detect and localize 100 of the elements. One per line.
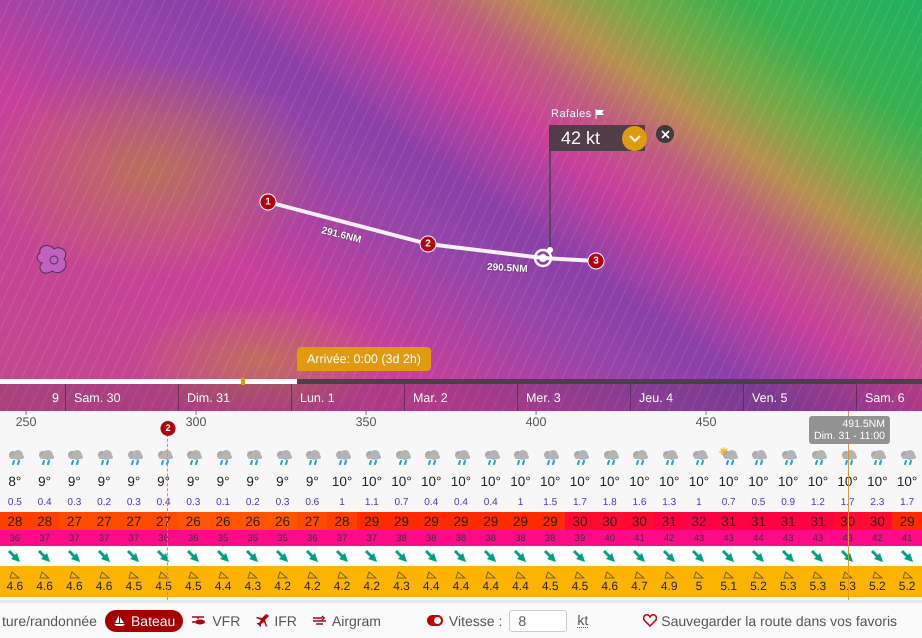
wave-height-cell: 4.9: [660, 578, 678, 592]
mode-tab[interactable]: IFR: [248, 610, 305, 632]
temperature-cell: 10°: [510, 474, 531, 488]
wind-arrow-icon: [68, 550, 81, 562]
speed-input[interactable]: 8: [509, 610, 568, 632]
temperature-cell: 10°: [896, 474, 918, 488]
temperature-cell: 10°: [658, 474, 680, 488]
wind-speed-cell: 27: [59, 512, 90, 530]
gust-cell: 35: [277, 532, 288, 544]
distance-tick: 450: [696, 411, 716, 429]
mode-tab[interactable]: Bateau: [104, 610, 184, 632]
gust-cell: 43: [694, 532, 704, 544]
gust-cell: 37: [336, 532, 348, 544]
gust-cell: 43: [812, 532, 824, 544]
wind-speed-cell: 32: [684, 512, 714, 530]
waypoint-marker[interactable]: 2: [160, 421, 176, 436]
wave-height-cell: 4.2: [274, 578, 291, 592]
gust-cell: 37: [39, 532, 50, 544]
weather-map[interactable]: 291.6NM 290.5NM 1 2 3 Rafales 42 kt Arrivée: 0:00 (3d 2h) 9 Sam. 30 Dim. 31 Lun. 1 Mar. 2 Mer. 3 Jeu. 4 Ven. 5 Sam. 6: [0, 0, 922, 411]
wind-arrow-icon: [365, 550, 378, 562]
rain-cell: 0.9: [781, 496, 796, 508]
gust-cell: 42: [872, 532, 883, 544]
wave-direction-icon: [634, 570, 645, 578]
gust-cell: 38: [485, 532, 496, 544]
rain-cell: 0.3: [186, 496, 200, 508]
dropdown-button[interactable]: [622, 126, 647, 151]
wind-arrow-icon: [752, 550, 765, 562]
wind-speed-cell: 30: [624, 512, 654, 530]
wave-direction-icon: [366, 570, 378, 578]
chevron-down-icon: [628, 134, 640, 142]
wave-height-cell: 4.7: [631, 578, 648, 592]
mode-tab[interactable]: Airgram: [304, 610, 389, 632]
helicopter-icon: [191, 616, 208, 626]
wind-speed-cell: 31: [803, 512, 833, 530]
temperature-cell: 10°: [688, 474, 710, 488]
mode-tab[interactable]: VFR: [183, 610, 248, 632]
gust-cell: 38: [515, 532, 526, 544]
cursor-distance: 491.5NM: [841, 418, 886, 430]
wind-arrow-icon: [782, 550, 795, 562]
wind-speed-cell: 26: [238, 512, 268, 530]
wind-speed-cell: 27: [89, 512, 119, 530]
mode-tab[interactable]: ture/randonnée: [0, 610, 105, 632]
temperature-cell: 10°: [540, 474, 560, 488]
wind-speed-cell: 28: [327, 512, 357, 530]
wave-direction-icon: [277, 570, 288, 578]
speed-toggle[interactable]: [426, 615, 443, 626]
wind-arrow-icon: [186, 550, 200, 562]
wind-speed-cell: 27: [297, 512, 328, 530]
timeline-track[interactable]: [0, 379, 922, 384]
temperature-cell: 10°: [391, 474, 412, 488]
flag-icon: [594, 109, 605, 119]
rain-cell: 0.7: [394, 496, 408, 508]
wind-arrow-icon: [900, 550, 914, 562]
wind-arrow-icon: [246, 550, 260, 562]
gust-cell: 38: [426, 532, 437, 544]
rain-cell: 0.7: [722, 496, 736, 508]
wind-speed-cell: 29: [386, 512, 416, 530]
distance-tick: 350: [356, 411, 376, 429]
gust-label: Rafales: [551, 108, 592, 120]
gust-cell: 36: [10, 532, 20, 544]
gust-cell: 35: [218, 532, 228, 544]
rain-cell: 0.3: [276, 496, 290, 508]
wave-direction-icon: [188, 570, 199, 578]
gust-cell: 37: [98, 532, 110, 544]
sun-cloud-rain-icon: [718, 446, 739, 464]
temperature-cell: 10°: [629, 474, 650, 488]
wind-lines-icon: [312, 615, 327, 626]
distance-tick: 400: [526, 411, 546, 429]
wave-direction-icon: [693, 570, 704, 578]
wave-direction-icon: [782, 570, 794, 578]
waypoint-marker[interactable]: 1: [260, 194, 276, 210]
rain-cell: 1: [339, 496, 345, 508]
wave-direction-icon: [426, 570, 437, 578]
waypoint-marker[interactable]: 2: [420, 236, 436, 252]
wind-arrow-icon: [395, 550, 408, 562]
gust-cell: 38: [456, 532, 466, 544]
wave-height-cell: 4.6: [36, 578, 53, 592]
wind-arrow-icon: [454, 550, 468, 562]
timeline-handle[interactable]: [241, 378, 245, 385]
rain-cell: 1.3: [662, 496, 676, 508]
wind-arrow-icon: [692, 550, 706, 562]
route-cursor-icon[interactable]: [534, 247, 553, 268]
wind-speed-cell: 29: [535, 512, 566, 530]
wave-direction-icon: [842, 570, 854, 578]
wave-direction-icon: [514, 570, 526, 578]
airplane-icon: [256, 614, 270, 627]
wave-height-cell: 5.2: [898, 578, 916, 592]
close-button[interactable]: [656, 125, 674, 143]
wind-speed-cell: 30: [862, 512, 892, 530]
rain-cell: 2.3: [870, 496, 884, 508]
temperature-cell: 10°: [362, 474, 382, 488]
gust-cell: 41: [902, 532, 912, 544]
rain-cell: 1.7: [573, 496, 587, 508]
waypoint-marker[interactable]: 3: [588, 252, 604, 270]
temperature-cell: 10°: [332, 474, 352, 488]
temperature-cell: 9°: [127, 474, 140, 488]
wave-direction-icon: [247, 570, 258, 578]
gust-cell: 38: [544, 532, 556, 544]
wind-arrow-icon: [544, 550, 557, 562]
save-route-link[interactable]: Sauvegarder la route dans vos favoris: [643, 612, 898, 628]
